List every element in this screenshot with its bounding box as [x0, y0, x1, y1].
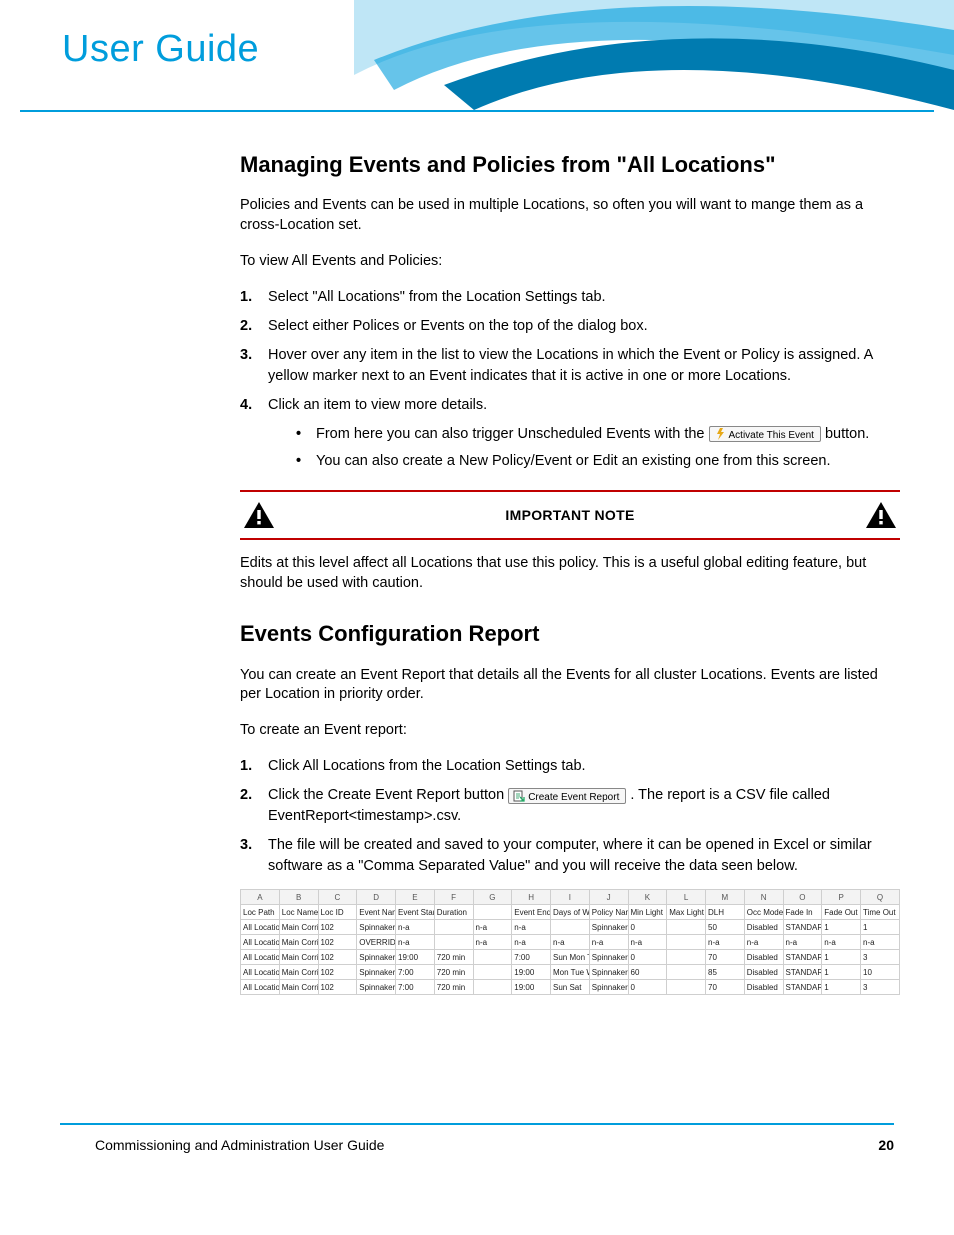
warning-icon	[866, 502, 896, 528]
lightning-icon	[714, 428, 726, 440]
step-1: Select "All Locations" from the Location…	[240, 287, 900, 308]
footer: Commissioning and Administration User Gu…	[95, 1137, 894, 1153]
section1-para1: Policies and Events can be used in multi…	[240, 196, 900, 235]
header-rule	[20, 110, 934, 112]
step-4a-pre: From here you can also trigger Unschedul…	[316, 426, 709, 442]
create-event-report-button[interactable]: Create Event Report	[508, 788, 626, 804]
s2-step-3: The file will be created and saved to yo…	[240, 835, 900, 877]
s2-step-2-pre: Click the Create Event Report button	[268, 787, 508, 803]
create-event-report-label: Create Event Report	[528, 792, 619, 803]
section1-heading: Managing Events and Policies from "All L…	[240, 152, 900, 178]
step-3: Hover over any item in the list to view …	[240, 345, 900, 387]
footer-text: Commissioning and Administration User Gu…	[95, 1137, 384, 1153]
header-title: User Guide	[62, 28, 259, 71]
important-note-box: IMPORTANT NOTE	[240, 490, 900, 540]
page-number: 20	[878, 1137, 894, 1153]
section2-para1: You can create an Event Report that deta…	[240, 666, 900, 705]
header-swoosh-decoration	[354, 0, 954, 120]
step-2: Select either Polices or Events on the t…	[240, 316, 900, 337]
important-note-label: IMPORTANT NOTE	[274, 507, 866, 523]
report-icon	[513, 790, 525, 802]
warning-icon	[244, 502, 274, 528]
activate-this-event-label: Activate This Event	[729, 430, 814, 441]
section1-para2: To view All Events and Policies:	[240, 252, 900, 272]
section1-steps: Select "All Locations" from the Location…	[240, 287, 900, 472]
important-note-text: Edits at this level affect all Locations…	[240, 554, 900, 593]
step-4-text: Click an item to view more details.	[268, 397, 487, 413]
step-4a-post: button.	[825, 426, 869, 442]
s2-step-2: Click the Create Event Report button Cre…	[240, 785, 900, 827]
step-4b: You can also create a New Policy/Event o…	[296, 451, 900, 472]
section2-heading: Events Configuration Report	[240, 621, 900, 647]
step-4: Click an item to view more details. From…	[240, 395, 900, 472]
s2-step-1: Click All Locations from the Location Se…	[240, 756, 900, 777]
csv-report-figure: ABCDEFGHIJKLMNOPQ Loc PathLoc NameLoc ID…	[240, 889, 900, 995]
footer-rule	[60, 1123, 894, 1125]
section2-steps: Click All Locations from the Location Se…	[240, 756, 900, 877]
activate-this-event-button[interactable]: Activate This Event	[709, 426, 821, 442]
step-4a: From here you can also trigger Unschedul…	[296, 424, 900, 445]
section2-para2: To create an Event report:	[240, 721, 900, 741]
